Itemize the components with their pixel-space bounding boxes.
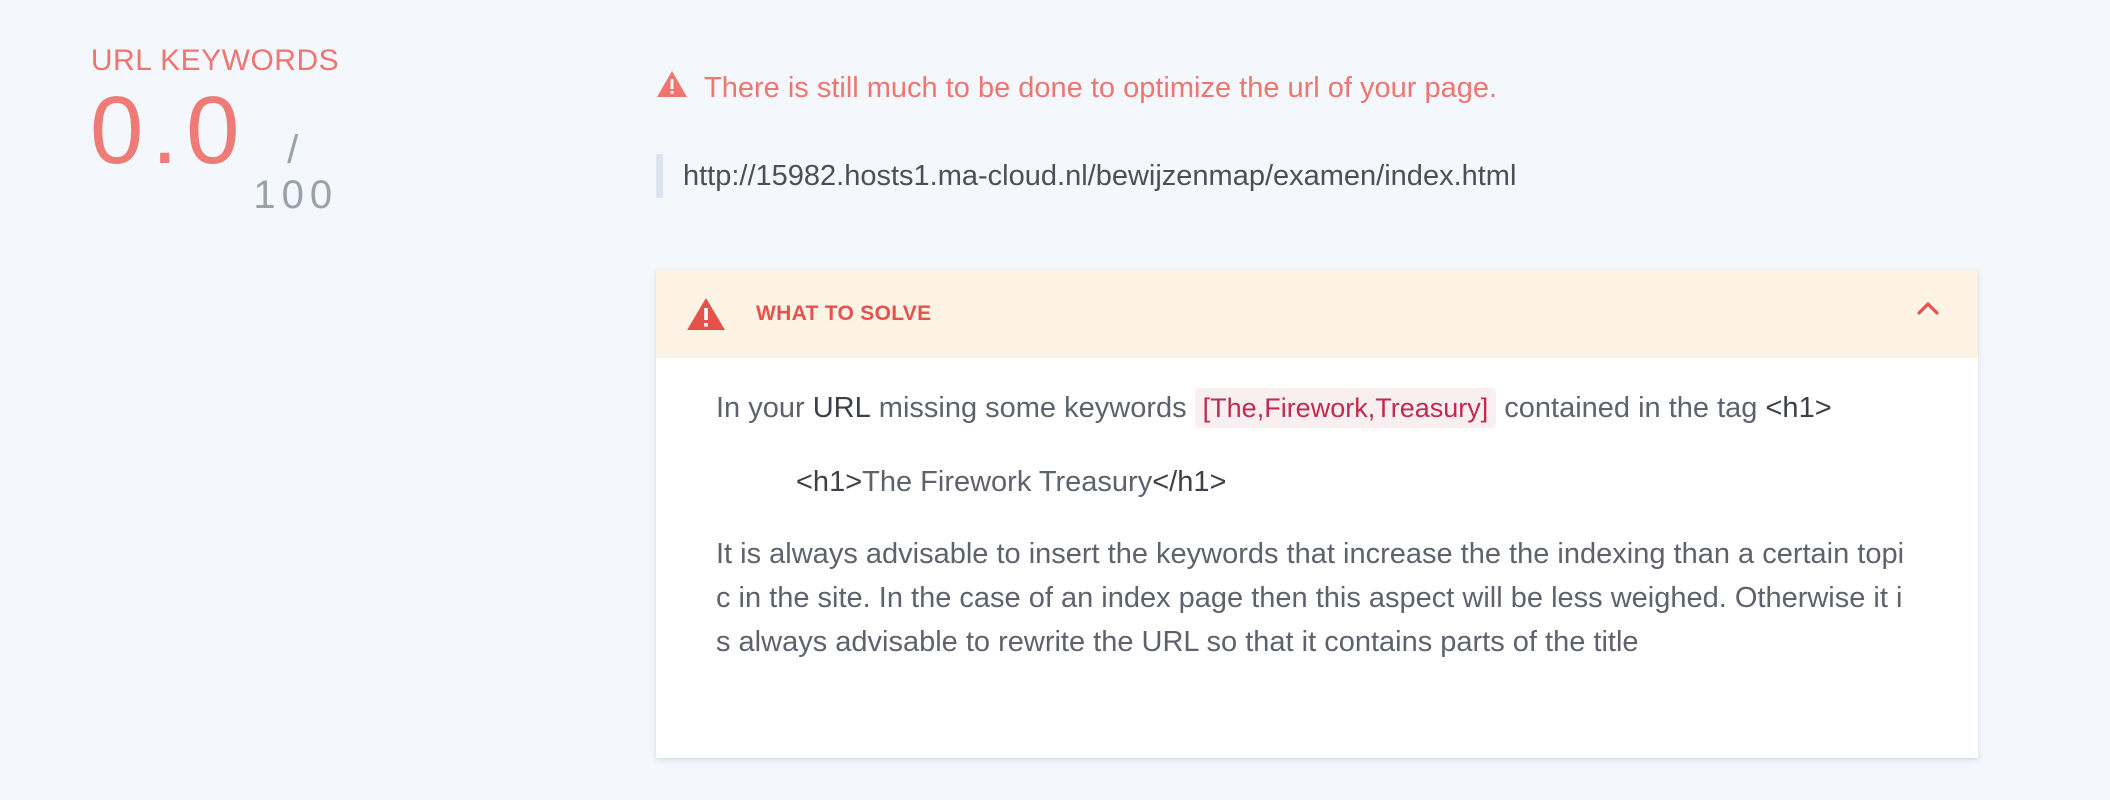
panel-body: In your URL missing some keywords [The,F… [656, 358, 1978, 664]
h1-text: The Firework Treasury [862, 466, 1153, 498]
page-url: http://15982.hosts1.ma-cloud.nl/bewijzen… [656, 154, 1516, 198]
warning-text: There is still much to be done to optimi… [704, 71, 1498, 104]
panel-header[interactable]: WHAT TO SOLVE [656, 270, 1978, 358]
advice-text: It is always advisable to insert the key… [716, 538, 1905, 658]
score-line: 0.0 / 100 [90, 78, 340, 218]
warning-triangle-icon [656, 70, 704, 106]
page-url-text: http://15982.hosts1.ma-cloud.nl/bewijzen… [683, 159, 1517, 192]
intro-tag: <h1> [1765, 392, 1832, 424]
intro-suffix: contained in the tag [1496, 392, 1766, 424]
h1-example: <h1>The Firework Treasury</h1> [796, 460, 1918, 504]
missing-keywords-message: In your URL missing some keywords [The,F… [716, 386, 1918, 430]
score-value: 0.0 [90, 77, 248, 184]
warning-message: There is still much to be done to optimi… [656, 70, 1497, 106]
intro-url-word: URL [812, 392, 871, 424]
alert-triangle-icon [686, 297, 726, 331]
score-panel: URL KEYWORDS 0.0 / 100 [90, 44, 340, 218]
page: URL KEYWORDS 0.0 / 100 There is still mu… [0, 0, 2110, 800]
what-to-solve-panel: WHAT TO SOLVE In your URL missing some k… [656, 270, 1978, 758]
intro-middle: missing some keywords [870, 392, 1195, 424]
intro-prefix: In your [716, 392, 813, 424]
panel-title: WHAT TO SOLVE [756, 302, 932, 325]
score-title: URL KEYWORDS [90, 44, 340, 77]
chevron-up-icon[interactable] [1916, 300, 1940, 316]
keywords-chip: [The,Firework,Treasury] [1194, 388, 1497, 428]
score-max: / 100 [253, 128, 339, 217]
h1-open-tag: <h1> [796, 466, 863, 498]
h1-close-tag: </h1> [1152, 466, 1227, 498]
